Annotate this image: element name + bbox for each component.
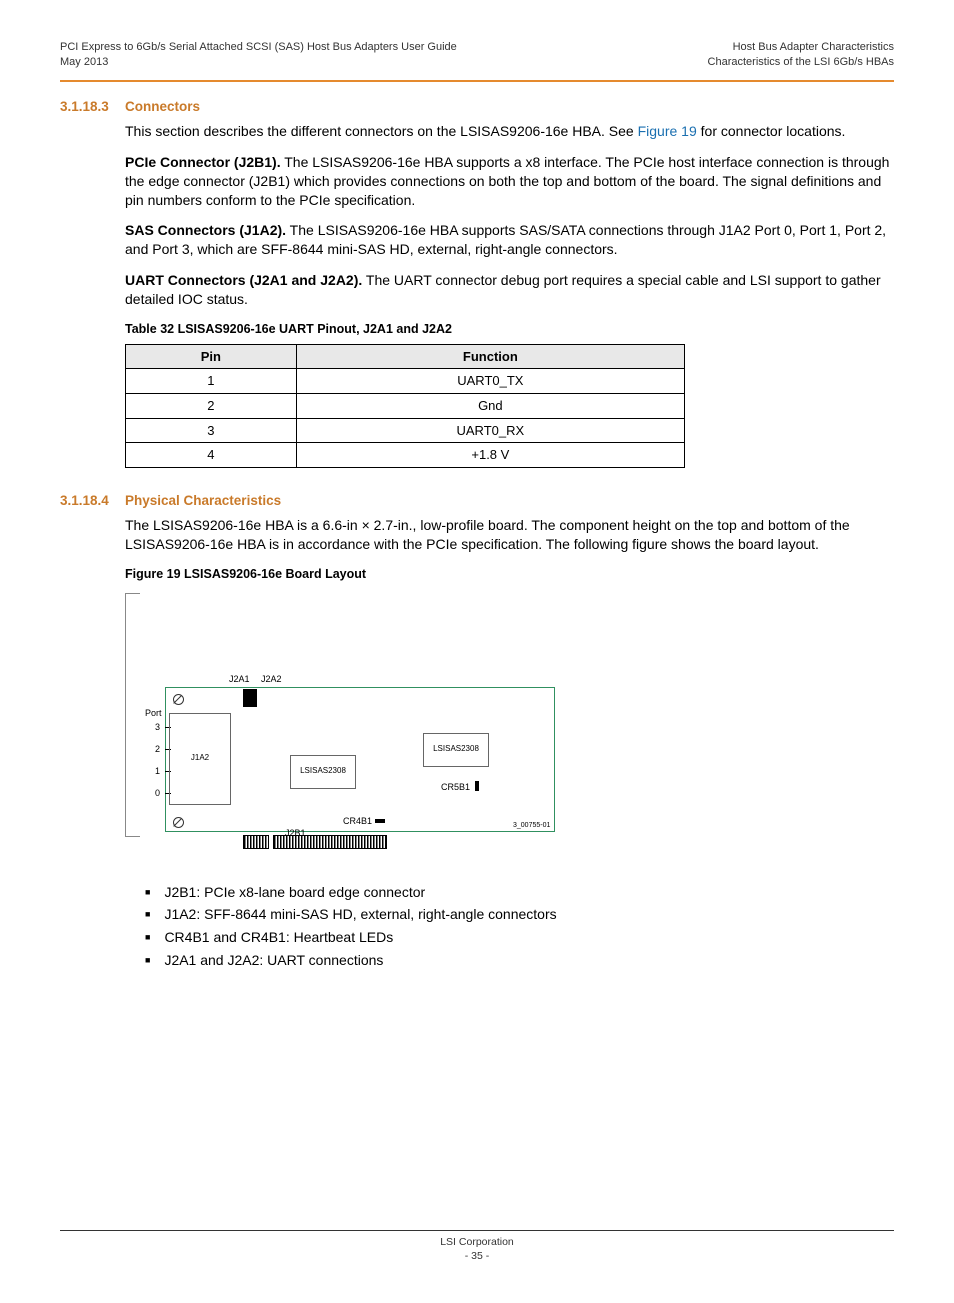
pcie-paragraph: PCIe Connector (J2B1). The LSISAS9206-16… — [125, 153, 894, 210]
chip-lsisas2308-right: LSISAS2308 — [423, 733, 489, 767]
led-icon — [375, 819, 385, 823]
label-port2: 2 — [155, 743, 160, 755]
uart-connector-icon — [243, 689, 257, 707]
table-row: 2Gnd — [126, 394, 685, 419]
label-j2a1: J2A1 — [229, 673, 250, 685]
connectors-intro: This section describes the different con… — [125, 122, 894, 141]
table-caption: Table 32 LSISAS9206-16e UART Pinout, J2A… — [125, 321, 894, 338]
section-number: 3.1.18.4 — [60, 492, 125, 510]
section-number: 3.1.18.3 — [60, 98, 125, 116]
led-icon — [475, 781, 479, 791]
footer-company: LSI Corporation — [60, 1235, 894, 1249]
chip-lsisas2308-left: LSISAS2308 — [290, 755, 356, 789]
table-row: 3UART0_RX — [126, 418, 685, 443]
uart-head: UART Connectors (J2A1 and J2A2). — [125, 272, 362, 288]
page-header: PCI Express to 6Gb/s Serial Attached SCS… — [60, 40, 894, 70]
label-port0: 0 — [155, 787, 160, 799]
list-item: J2A1 and J2A2: UART connections — [145, 951, 894, 970]
j1a2-connector: J1A2 — [169, 713, 231, 805]
th-function: Function — [296, 344, 684, 369]
list-item: J1A2: SFF-8644 mini-SAS HD, external, ri… — [145, 905, 894, 924]
uart-pinout-table: Pin Function 1UART0_TX 2Gnd 3UART0_RX 4+… — [125, 344, 685, 468]
uart-paragraph: UART Connectors (J2A1 and J2A2). The UAR… — [125, 271, 894, 309]
label-j2a2: J2A2 — [261, 673, 282, 685]
table-row: 1UART0_TX — [126, 369, 685, 394]
legend-list: J2B1: PCIe x8-lane board edge connector … — [125, 883, 894, 971]
label-cr4b1: CR4B1 — [343, 815, 372, 827]
edge-connector-icon — [243, 835, 269, 849]
screw-icon — [173, 817, 184, 828]
figure-link[interactable]: Figure 19 — [638, 123, 697, 139]
section-title: Connectors — [125, 98, 200, 116]
edge-connector-icon — [273, 835, 387, 849]
footer-pagenum: - 35 - — [60, 1249, 894, 1263]
list-item: CR4B1 and CR4B1: Heartbeat LEDs — [145, 928, 894, 947]
label-cr5b1: CR5B1 — [441, 781, 470, 793]
sas-paragraph: SAS Connectors (J1A2). The LSISAS9206-16… — [125, 221, 894, 259]
mounting-bracket — [125, 593, 140, 837]
list-item: J2B1: PCIe x8-lane board edge connector — [145, 883, 894, 902]
th-pin: Pin — [126, 344, 297, 369]
table-row: 4+1.8 V — [126, 443, 685, 468]
section-heading-connectors: 3.1.18.3 Connectors — [60, 98, 894, 116]
label-port1: 1 — [155, 765, 160, 777]
header-rule — [60, 80, 894, 82]
board-layout-diagram: J2A1 J2A2 Port 3 2 1 0 J1A2 LSISAS2308 L… — [125, 593, 565, 853]
sas-head: SAS Connectors (J1A2). — [125, 222, 286, 238]
label-port3: 3 — [155, 721, 160, 733]
section-title: Physical Characteristics — [125, 492, 281, 510]
figure-caption: Figure 19 LSISAS9206-16e Board Layout — [125, 566, 894, 583]
header-doc-title: PCI Express to 6Gb/s Serial Attached SCS… — [60, 40, 457, 55]
physical-body: The LSISAS9206-16e HBA is a 6.6-in × 2.7… — [125, 516, 894, 554]
section-heading-physical: 3.1.18.4 Physical Characteristics — [60, 492, 894, 510]
pcie-head: PCIe Connector (J2B1). — [125, 154, 281, 170]
diagram-partno: 3_00755-01 — [513, 821, 550, 830]
header-subchapter: Characteristics of the LSI 6Gb/s HBAs — [708, 55, 894, 70]
label-port: Port — [145, 707, 162, 719]
header-date: May 2013 — [60, 55, 457, 70]
screw-icon — [173, 694, 184, 705]
header-chapter: Host Bus Adapter Characteristics — [708, 40, 894, 55]
page-footer: LSI Corporation - 35 - — [60, 1230, 894, 1263]
